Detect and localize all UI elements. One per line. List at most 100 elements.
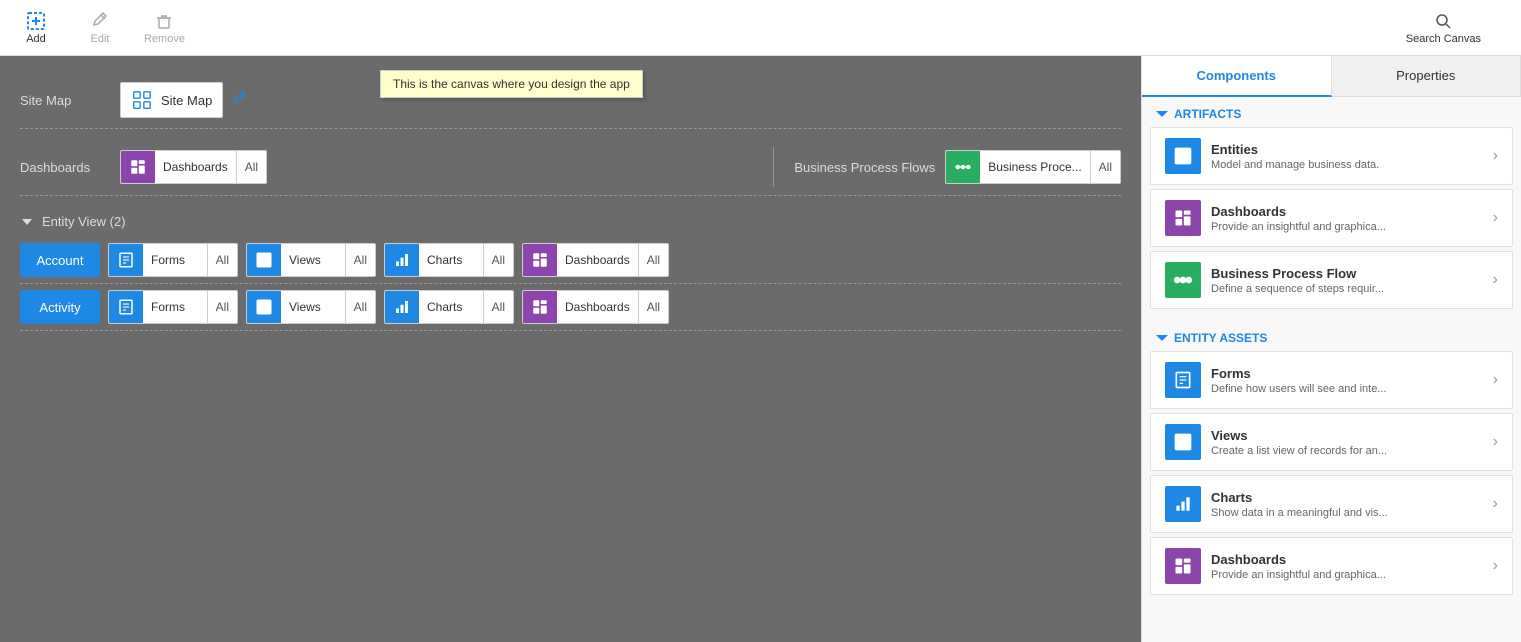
dashboards-panel-content: Dashboards Provide an insightful and grap…	[1211, 204, 1493, 233]
dashboards-section: Dashboards All	[120, 150, 753, 184]
charts-all[interactable]: All	[483, 291, 513, 323]
entities-panel-desc: Model and manage business data.	[1211, 159, 1493, 171]
views-panel-title: Views	[1211, 428, 1493, 443]
dashboards2-panel-title: Dashboards	[1211, 552, 1493, 567]
dashboards-all[interactable]: All	[638, 291, 668, 323]
entity-rows-container: AccountFormsAllViewsAllChartsAllDashboar…	[20, 237, 1121, 331]
bpf-label: Business Process Flows	[794, 160, 935, 175]
entity-name-button[interactable]: Account	[20, 243, 100, 277]
add-button[interactable]: Add	[16, 11, 56, 45]
panel-item-dashboards[interactable]: Dashboards Provide an insightful and grap…	[1150, 189, 1513, 247]
charts-all[interactable]: All	[483, 244, 513, 276]
artifacts-container: EntitiesModel and manage business data.›…	[1142, 127, 1521, 313]
views-all[interactable]: All	[345, 244, 375, 276]
bpf-asset-item[interactable]: Business Proce... All	[945, 150, 1121, 184]
entities-panel-title: Entities	[1211, 142, 1493, 157]
dashboards2-panel-icon	[1165, 548, 1201, 584]
dashboards-panel-desc: Provide an insightful and graphica...	[1211, 221, 1493, 233]
dashboards-all[interactable]: All	[638, 244, 668, 276]
panel-item-entities[interactable]: Entities Model and manage business data.›	[1150, 127, 1513, 185]
remove-button[interactable]: Remove	[144, 11, 185, 45]
charts-panel-content: Charts Show data in a meaningful and vis.…	[1211, 490, 1493, 519]
canvas: This is the canvas where you design the …	[0, 56, 1141, 642]
entities-panel-content: Entities Model and manage business data.	[1211, 142, 1493, 171]
charts-panel-title: Charts	[1211, 490, 1493, 505]
entity-name-button[interactable]: Activity	[20, 290, 100, 324]
entity-row: AccountFormsAllViewsAllChartsAllDashboar…	[20, 237, 1121, 284]
bpf-panel-desc: Define a sequence of steps requir...	[1211, 283, 1493, 295]
chevron-right-icon: ›	[1493, 147, 1498, 165]
forms-panel-content: FormsDefine how users will see and inte.…	[1211, 366, 1493, 395]
chevron-right-icon: ›	[1493, 495, 1498, 513]
charts-text: Charts	[419, 300, 483, 314]
panel-item-dashboards2[interactable]: Dashboards Provide an insightful and grap…	[1150, 537, 1513, 595]
forms-asset-item[interactable]: FormsAll	[108, 243, 238, 277]
bpf-asset-all[interactable]: All	[1090, 151, 1120, 183]
dashboards-panel-title: Dashboards	[1211, 204, 1493, 219]
artifacts-section-header: ARTIFACTS	[1142, 97, 1521, 127]
views-icon	[247, 290, 281, 324]
forms-panel-icon	[1165, 362, 1201, 398]
forms-text: Forms	[143, 300, 207, 314]
views-text: Views	[281, 253, 345, 267]
dashboards-asset-item[interactable]: DashboardsAll	[522, 290, 669, 324]
panel-tabs: Components Properties	[1142, 56, 1521, 97]
panel-item-bpf[interactable]: Business Process Flow Define a sequence o…	[1150, 251, 1513, 309]
forms-asset-item[interactable]: FormsAll	[108, 290, 238, 324]
views-icon	[247, 243, 281, 277]
dashboards-asset-item[interactable]: DashboardsAll	[522, 243, 669, 277]
dashboards-asset-item[interactable]: Dashboards All	[120, 150, 267, 184]
tab-properties[interactable]: Properties	[1332, 56, 1521, 96]
forms-all[interactable]: All	[207, 244, 237, 276]
chevron-right-icon: ›	[1493, 209, 1498, 227]
chevron-right-icon: ›	[1493, 557, 1498, 575]
sitemap-label: Site Map	[20, 93, 120, 108]
forms-icon	[109, 290, 143, 324]
views-panel-desc: Create a list view of records for an...	[1211, 445, 1493, 457]
panel-item-charts[interactable]: Charts Show data in a meaningful and vis.…	[1150, 475, 1513, 533]
edit-button[interactable]: Edit	[80, 11, 120, 45]
dashboards-icon	[523, 243, 557, 277]
forms-icon	[109, 243, 143, 277]
charts-panel-desc: Show data in a meaningful and vis...	[1211, 507, 1493, 519]
entity-assets-container: FormsDefine how users will see and inte.…	[1142, 351, 1521, 599]
entity-assets-section-header: ENTITY ASSETS	[1142, 321, 1521, 351]
tab-components[interactable]: Components	[1142, 56, 1332, 97]
dashboards2-panel-desc: Provide an insightful and graphica...	[1211, 569, 1493, 581]
edit-icon[interactable]	[231, 90, 249, 111]
chevron-right-icon: ›	[1493, 433, 1498, 451]
views-panel-icon	[1165, 424, 1201, 460]
search-canvas-button[interactable]: Search Canvas	[1406, 11, 1481, 45]
panel-item-forms[interactable]: FormsDefine how users will see and inte.…	[1150, 351, 1513, 409]
forms-text: Forms	[143, 253, 207, 267]
views-asset-item[interactable]: ViewsAll	[246, 290, 376, 324]
views-asset-item[interactable]: ViewsAll	[246, 243, 376, 277]
dashboards-panel-icon	[1165, 200, 1201, 236]
views-all[interactable]: All	[345, 291, 375, 323]
chevron-right-icon: ›	[1493, 371, 1498, 389]
entity-view-header[interactable]: Entity View (2)	[20, 206, 1121, 237]
chevron-right-icon: ›	[1493, 271, 1498, 289]
bpf-panel-title: Business Process Flow	[1211, 266, 1493, 281]
dashboards-icon	[523, 290, 557, 324]
dashboards2-panel-content: Dashboards Provide an insightful and grap…	[1211, 552, 1493, 581]
section-divider	[773, 147, 774, 187]
right-panel: Components Properties ARTIFACTS Entities…	[1141, 56, 1521, 642]
charts-icon	[385, 290, 419, 324]
dashboards-text: Dashboards	[557, 253, 638, 267]
forms-all[interactable]: All	[207, 291, 237, 323]
charts-asset-item[interactable]: ChartsAll	[384, 243, 514, 277]
entity-view-label: Entity View (2)	[42, 214, 126, 229]
dashboards-asset-text: Dashboards	[155, 160, 236, 174]
sitemap-item[interactable]: Site Map	[120, 82, 223, 118]
charts-asset-item[interactable]: ChartsAll	[384, 290, 514, 324]
dashboards-asset-all[interactable]: All	[236, 151, 266, 183]
dashboards-label: Dashboards	[20, 160, 120, 175]
forms-panel-title: Forms	[1211, 366, 1493, 381]
panel-item-views[interactable]: Views Create a list view of records for a…	[1150, 413, 1513, 471]
bpf-icon	[946, 150, 980, 184]
charts-panel-icon	[1165, 486, 1201, 522]
dashboards-icon	[121, 150, 155, 184]
dashboards-text: Dashboards	[557, 300, 638, 314]
sitemap-item-text: Site Map	[161, 93, 212, 108]
